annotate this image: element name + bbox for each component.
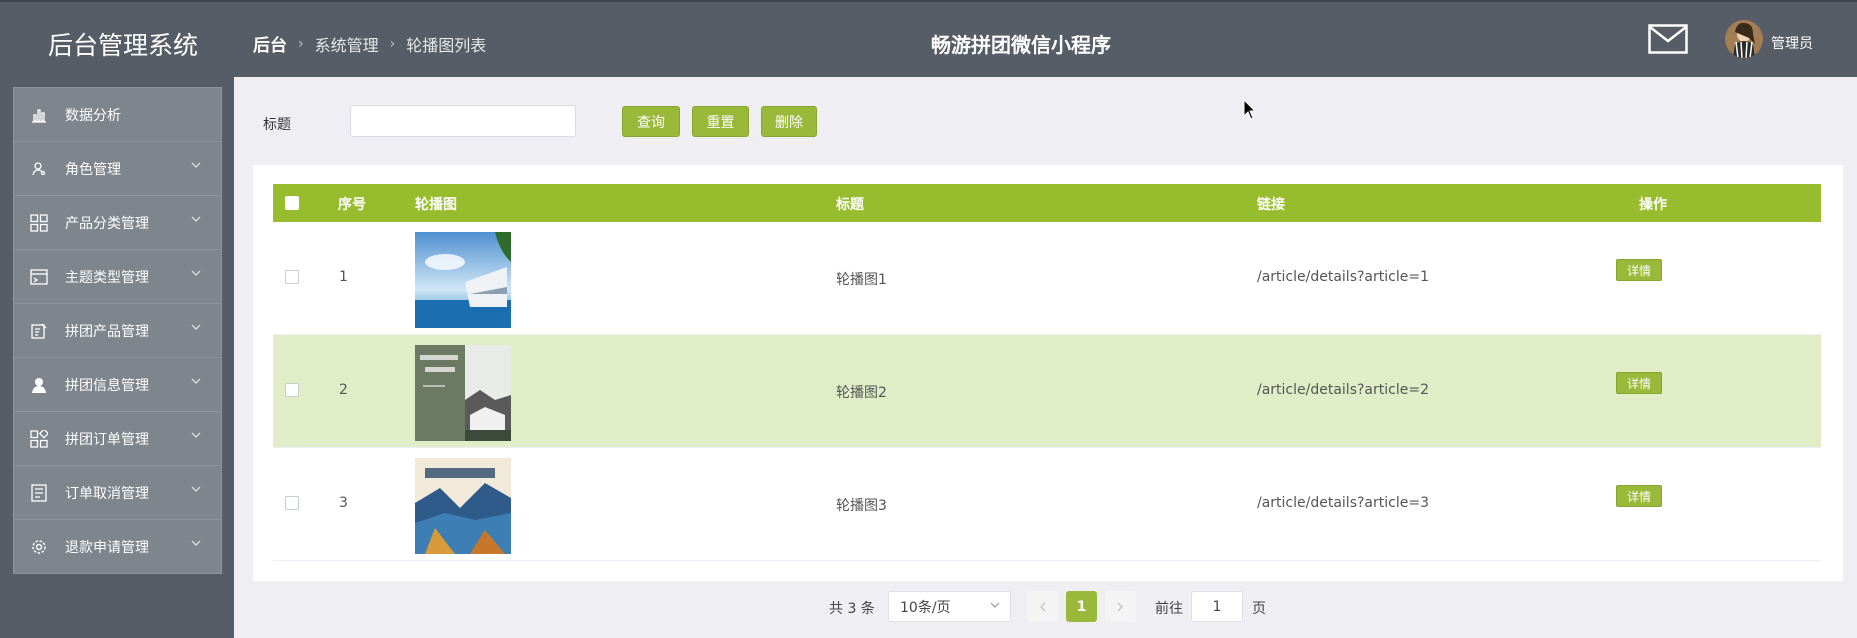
column-header-image: 轮播图	[415, 197, 457, 213]
chevron-down-icon	[990, 602, 1000, 608]
chevron-down-icon	[191, 324, 201, 330]
window-icon	[29, 267, 49, 287]
chevron-down-icon	[191, 378, 201, 384]
search-input[interactable]	[350, 105, 576, 137]
page-suffix-label: 页	[1252, 601, 1266, 617]
sidebar-item-label: 产品分类管理	[65, 215, 149, 232]
app-title: 畅游拼团微信小程序	[931, 33, 1111, 57]
breadcrumb: 后台 › 系统管理 › 轮播图列表	[253, 31, 487, 57]
breadcrumb-current: 轮播图列表	[406, 35, 487, 55]
goto-label: 前往	[1155, 601, 1183, 617]
chevron-down-icon	[191, 216, 201, 222]
detail-button[interactable]: 详情	[1616, 485, 1662, 507]
detail-button[interactable]: 详情	[1616, 372, 1662, 394]
sidebar-item-label: 订单取消管理	[65, 485, 149, 502]
chevron-left-icon	[1040, 602, 1046, 611]
row-link: /article/details?article=1	[1257, 269, 1429, 285]
search-label: 标题	[263, 117, 291, 133]
top-header: 后台管理系统 后台 › 系统管理 › 轮播图列表 畅游拼团微信小程序 管理员	[0, 0, 1857, 77]
sidebar: 数据分析 角色管理 产品分类管理 主题类型管理 拼团产品管理 拼团信息管理 拼团…	[0, 77, 234, 638]
column-header-no: 序号	[338, 197, 366, 213]
page-number-current[interactable]: 1	[1066, 591, 1097, 622]
person-icon	[29, 375, 49, 395]
sidebar-item-product-category[interactable]: 产品分类管理	[13, 195, 222, 250]
sidebar-item-order-cancel[interactable]: 订单取消管理	[13, 465, 222, 520]
select-all-checkbox[interactable]	[285, 196, 299, 210]
table-row[interactable]: 1 轮播图1 /article/details?article=1 详情	[273, 222, 1821, 335]
breadcrumb-home[interactable]: 后台	[253, 31, 287, 56]
column-header-title: 标题	[836, 197, 864, 213]
row-no: 2	[339, 382, 348, 398]
row-checkbox[interactable]	[285, 496, 299, 510]
carousel-thumbnail	[415, 458, 511, 554]
row-title: 轮播图3	[836, 498, 887, 514]
sidebar-item-group-order[interactable]: 拼团订单管理	[13, 411, 222, 466]
apps-icon	[29, 429, 49, 449]
row-title: 轮播图2	[836, 385, 887, 401]
row-link: /article/details?article=3	[1257, 495, 1429, 511]
breadcrumb-separator-icon: ›	[389, 35, 396, 52]
chevron-down-icon	[191, 162, 201, 168]
column-header-action: 操作	[1639, 197, 1667, 213]
row-no: 3	[339, 495, 348, 511]
avatar[interactable]	[1725, 20, 1763, 58]
pagination-total: 共 3 条	[829, 601, 875, 617]
user-icon	[29, 159, 49, 179]
chevron-down-icon	[191, 486, 201, 492]
bar-chart-icon	[29, 105, 49, 125]
row-checkbox[interactable]	[285, 383, 299, 397]
carousel-thumbnail	[415, 345, 511, 441]
chevron-down-icon	[191, 270, 201, 276]
next-page-button[interactable]	[1105, 591, 1136, 622]
prev-page-button[interactable]	[1027, 591, 1058, 622]
query-button[interactable]: 查询	[622, 106, 680, 137]
row-checkbox[interactable]	[285, 270, 299, 284]
sidebar-item-label: 拼团订单管理	[65, 431, 149, 448]
chevron-right-icon	[1117, 602, 1123, 611]
gear-icon	[29, 537, 49, 557]
breadcrumb-system[interactable]: 系统管理	[315, 32, 379, 56]
sidebar-item-label: 数据分析	[65, 107, 121, 124]
sidebar-item-refund[interactable]: 退款申请管理	[13, 519, 222, 574]
table-row[interactable]: 2 轮播图2 /article/details?article=2 详情	[273, 335, 1821, 448]
detail-button[interactable]: 详情	[1616, 259, 1662, 281]
breadcrumb-separator-icon: ›	[298, 35, 304, 52]
app-logo: 后台管理系统	[48, 31, 199, 60]
grid-icon	[29, 213, 49, 233]
table-panel: 序号 轮播图 标题 链接 操作 1 轮播图1 /article/details?…	[253, 165, 1843, 581]
chevron-down-icon	[191, 432, 201, 438]
list-icon	[29, 483, 49, 503]
page-size-select[interactable]: 10条/页	[888, 591, 1011, 622]
row-link: /article/details?article=2	[1257, 382, 1429, 398]
carousel-thumbnail	[415, 232, 511, 328]
sidebar-item-label: 角色管理	[65, 161, 121, 178]
sidebar-item-group-product[interactable]: 拼团产品管理	[13, 303, 222, 358]
table-row[interactable]: 3 轮播图3 /article/details?article=3 详情	[273, 448, 1821, 561]
mail-icon[interactable]	[1648, 24, 1688, 54]
reset-button[interactable]: 重置	[692, 106, 749, 137]
page-size-value: 10条/页	[900, 599, 951, 616]
mouse-cursor-icon	[1243, 99, 1257, 120]
sidebar-item-label: 拼团信息管理	[65, 377, 149, 394]
sidebar-item-label: 拼团产品管理	[65, 323, 149, 340]
sidebar-item-theme-type[interactable]: 主题类型管理	[13, 249, 222, 304]
row-title: 轮播图1	[836, 272, 887, 288]
goto-page-input[interactable]	[1191, 591, 1243, 622]
sidebar-item-label: 退款申请管理	[65, 539, 149, 556]
sidebar-item-label: 主题类型管理	[65, 269, 149, 286]
sidebar-item-data-analysis[interactable]: 数据分析	[13, 87, 222, 142]
chevron-down-icon	[191, 540, 201, 546]
column-header-link: 链接	[1257, 197, 1285, 213]
sidebar-item-role[interactable]: 角色管理	[13, 141, 222, 196]
delete-button[interactable]: 删除	[761, 106, 817, 137]
table-header: 序号 轮播图 标题 链接 操作	[273, 184, 1821, 222]
edit-icon	[29, 321, 49, 341]
sidebar-item-group-info[interactable]: 拼团信息管理	[13, 357, 222, 412]
admin-name[interactable]: 管理员	[1771, 33, 1813, 53]
row-no: 1	[339, 269, 348, 285]
